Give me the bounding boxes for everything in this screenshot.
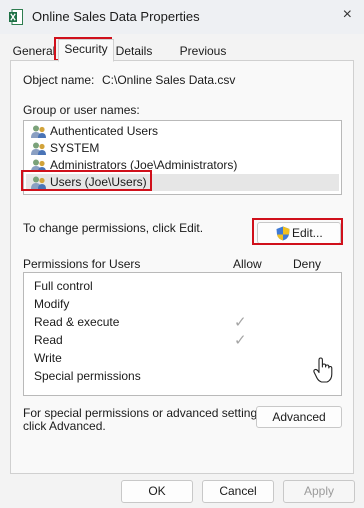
user-item-users[interactable]: Users (Joe\Users)	[26, 174, 339, 191]
permission-row-write: Write	[34, 351, 62, 365]
user-list[interactable]: Authenticated Users SYSTEM Administrator…	[23, 120, 342, 195]
title-bar: Online Sales Data Properties ×	[0, 0, 364, 34]
apply-button[interactable]: Apply	[283, 480, 355, 503]
hand-cursor-icon	[313, 357, 333, 383]
allow-header: Allow	[233, 257, 262, 271]
shield-icon	[276, 226, 290, 241]
permission-row-full-control: Full control	[34, 279, 93, 293]
window-title: Online Sales Data Properties	[32, 9, 200, 24]
users-icon	[31, 159, 46, 172]
permission-row-special: Special permissions	[34, 369, 141, 383]
tab-previous-versions[interactable]: Previous Versions	[155, 41, 251, 76]
group-names-label: Group or user names:	[23, 103, 140, 117]
edit-button[interactable]: Edit...	[257, 222, 341, 244]
user-item-label: SYSTEM	[50, 141, 100, 155]
cancel-button[interactable]: Cancel	[202, 480, 274, 503]
advanced-hint-line1: For special permissions or advanced sett…	[23, 406, 267, 420]
user-item-authenticated-users[interactable]: Authenticated Users	[26, 123, 339, 140]
tab-details[interactable]: Details	[113, 41, 155, 60]
change-permissions-hint: To change permissions, click Edit.	[23, 221, 204, 235]
deny-header: Deny	[293, 257, 322, 271]
user-item-administrators[interactable]: Administrators (Joe\Administrators)	[26, 157, 339, 174]
users-icon	[31, 176, 46, 189]
object-name-label: Object name:	[23, 73, 95, 87]
object-name-value: C:\Online Sales Data.csv	[102, 73, 236, 87]
tab-strip: General Security Details Previous Versio…	[10, 39, 354, 76]
tab-security[interactable]: Security	[58, 39, 114, 62]
edit-button-label: Edit...	[292, 226, 323, 240]
permissions-list: Full control Modify Read & execute ✓ Rea…	[23, 272, 342, 396]
close-icon[interactable]: ×	[343, 6, 352, 24]
permission-row-read: Read	[34, 333, 63, 347]
user-item-label: Authenticated Users	[50, 124, 159, 138]
user-item-label: Administrators (Joe\Administrators)	[50, 158, 238, 172]
users-icon	[31, 142, 46, 155]
users-icon	[31, 125, 46, 138]
allow-check-icon: ✓	[234, 314, 247, 331]
security-panel: Object name: C:\Online Sales Data.csv Gr…	[10, 60, 354, 474]
tab-general[interactable]: General	[10, 41, 58, 60]
advanced-button[interactable]: Advanced	[256, 406, 342, 428]
permission-row-modify: Modify	[34, 297, 70, 311]
dialog-buttons: OK Cancel Apply	[0, 474, 364, 508]
user-item-system[interactable]: SYSTEM	[26, 140, 339, 157]
allow-check-icon: ✓	[234, 332, 247, 349]
user-item-label: Users (Joe\Users)	[50, 175, 147, 189]
permissions-for-label: Permissions for Users	[23, 257, 141, 271]
advanced-hint-line2: click Advanced.	[23, 419, 106, 433]
ok-button[interactable]: OK	[121, 480, 193, 503]
permission-row-read-execute: Read & execute	[34, 315, 120, 329]
excel-icon	[9, 9, 23, 25]
